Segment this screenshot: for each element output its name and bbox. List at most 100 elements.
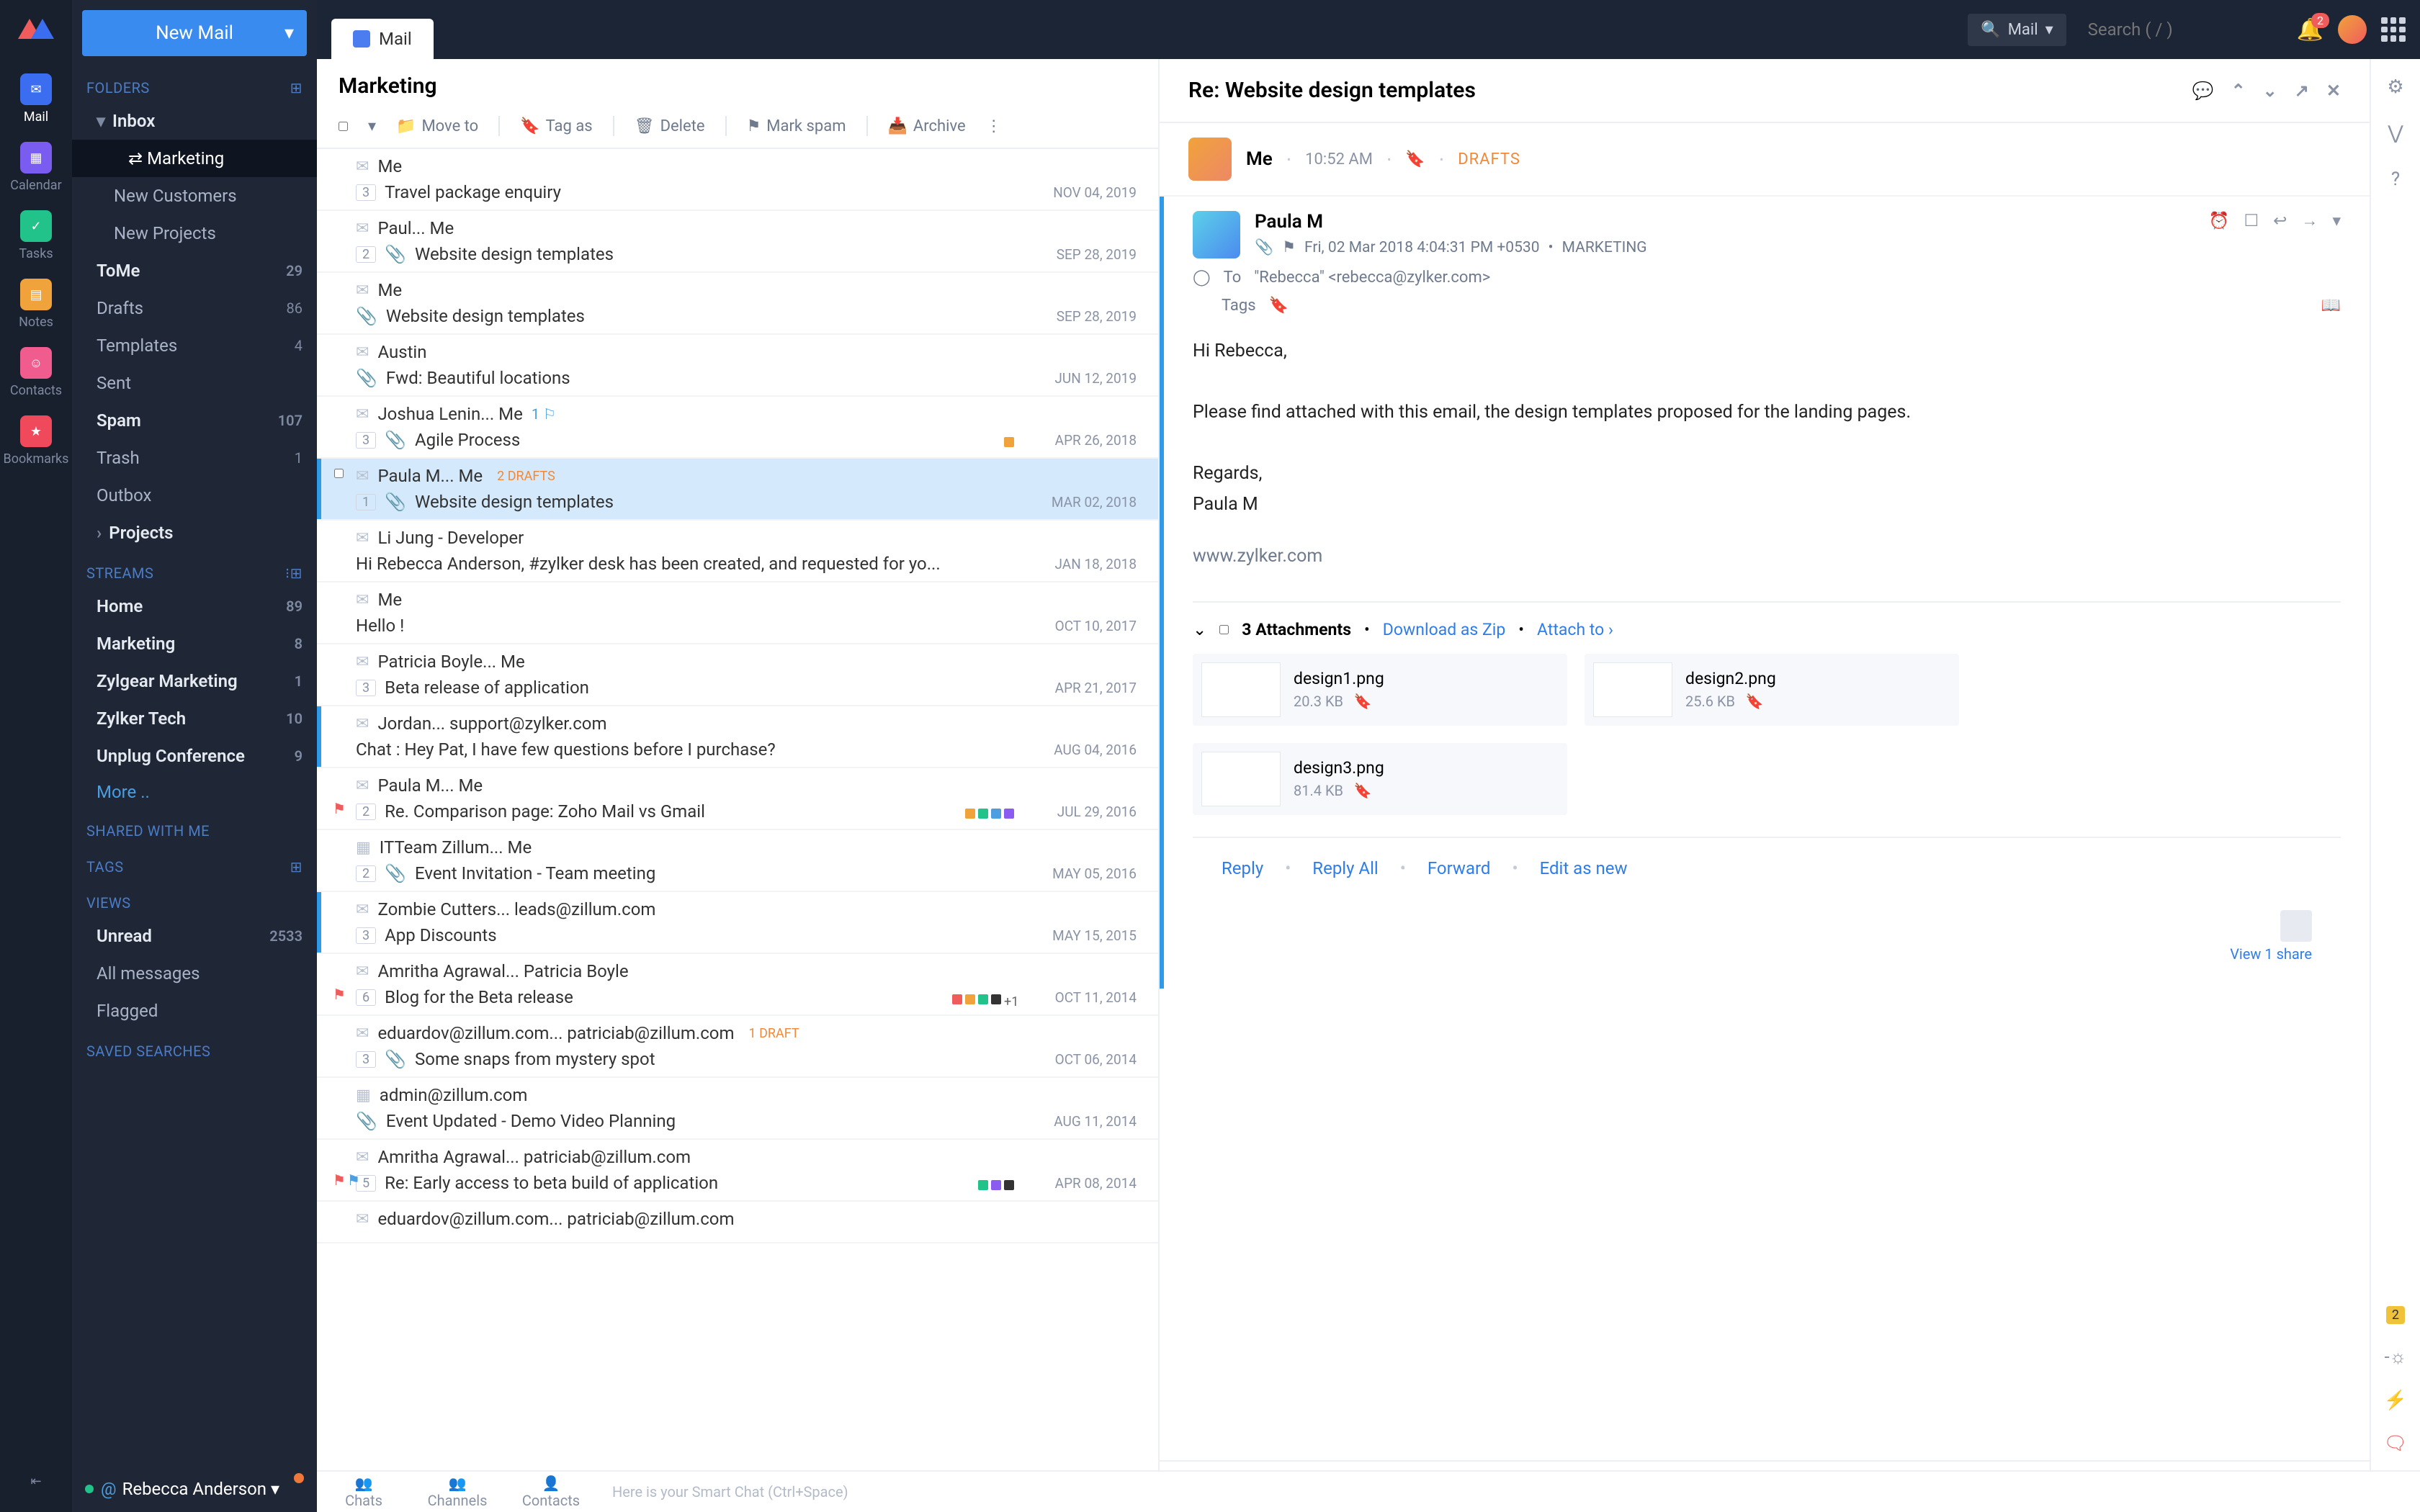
collapse-icon[interactable]: ⌄ <box>1193 620 1206 639</box>
message-row[interactable]: ✉MeHello !OCT 10, 2017 <box>317 582 1158 644</box>
message-row[interactable]: ✉Patricia Boyle... Me3Beta release of ap… <box>317 644 1158 706</box>
folder-trash[interactable]: Trash1 <box>72 439 317 477</box>
settings-icon[interactable]: ⚙ <box>2387 76 2403 98</box>
folder-outbox[interactable]: Outbox <box>72 477 317 514</box>
feedback-icon[interactable]: 🗨 <box>2383 1433 2407 1454</box>
message-row[interactable]: ▦admin@zillum.com📎Event Updated - Demo V… <box>317 1078 1158 1140</box>
view-all[interactable]: All messages <box>72 955 317 992</box>
popout-button[interactable]: ↗ <box>2295 81 2309 101</box>
folder-marketing[interactable]: ⇄ Marketing <box>72 140 317 177</box>
tag-as-button[interactable]: 🔖Tag as <box>520 117 592 135</box>
attach-to-link[interactable]: Attach to › <box>1537 620 1613 639</box>
folder-new-projects[interactable]: New Projects <box>72 215 317 252</box>
delete-button[interactable]: 🗑Delete <box>635 117 705 135</box>
rail-bookmarks[interactable]: ★Bookmarks <box>0 407 72 475</box>
add-folder-icon[interactable]: ⊞ <box>290 79 302 96</box>
msg-more-icon[interactable]: ▾ <box>2332 211 2341 230</box>
folder-spam[interactable]: Spam107 <box>72 402 317 439</box>
mark-spam-button[interactable]: ⚑Mark spam <box>747 117 846 135</box>
next-msg-button[interactable]: ⌄ <box>2263 81 2277 101</box>
activity-icon[interactable]: -☼ <box>2384 1346 2406 1368</box>
message-row[interactable]: ✉Amritha Agrawal... Patricia Boyle6Blog … <box>317 954 1158 1016</box>
search-scope[interactable]: 🔍Mail▾ <box>1968 14 2066 46</box>
folder-inbox[interactable]: ▾Inbox <box>72 102 317 140</box>
more-actions-button[interactable]: ⋮ <box>986 117 1002 135</box>
add-tag-icon[interactable]: ⊞ <box>290 858 302 876</box>
message-row[interactable]: ✉Li Jung - DeveloperHi Rebecca Anderson,… <box>317 521 1158 582</box>
remind-icon[interactable]: ⏰ <box>2209 211 2230 230</box>
att-select-all[interactable] <box>1219 625 1229 634</box>
folder-sent[interactable]: Sent <box>72 364 317 402</box>
help-icon[interactable]: ? <box>2391 168 2400 190</box>
rail-tasks[interactable]: ✓Tasks <box>0 202 72 270</box>
folder-templates[interactable]: Templates4 <box>72 327 317 364</box>
user-avatar[interactable] <box>2338 15 2367 44</box>
message-row[interactable]: ✉eduardov@zillum.com... patriciab@zillum… <box>317 1202 1158 1243</box>
close-button[interactable]: ✕ <box>2326 81 2341 101</box>
attachment-card[interactable]: design3.png81.4 KB 🔖 <box>1193 743 1567 815</box>
folder-tome[interactable]: ToMe29 <box>72 252 317 289</box>
message-row[interactable]: ▦ITTeam Zillum... Me2📎Event Invitation -… <box>317 830 1158 892</box>
widget-icon[interactable]: ⋁ <box>2388 122 2403 144</box>
message-row[interactable]: ✉Paula M... Me2 DRAFTS1📎Website design t… <box>317 459 1158 521</box>
current-user[interactable]: @ Rebecca Anderson ▾ <box>72 1466 317 1512</box>
attachment-card[interactable]: design1.png20.3 KB 🔖 <box>1193 654 1567 726</box>
book-icon[interactable]: 📖 <box>2321 297 2341 315</box>
move-to-button[interactable]: 📁Move to <box>396 117 478 135</box>
reply-icon[interactable]: ↩ <box>2273 211 2287 230</box>
rail-collapse[interactable]: ⇤ <box>0 1465 72 1498</box>
message-row[interactable]: ✉Paula M... Me2Re. Comparison page: Zoho… <box>317 768 1158 830</box>
folder-drafts[interactable]: Drafts86 <box>72 289 317 327</box>
forward-link[interactable]: Forward <box>1428 858 1491 878</box>
archive-button[interactable]: 📥Archive <box>888 117 966 135</box>
add-tag-icon[interactable]: 🔖 <box>1269 297 1289 315</box>
draft-row[interactable]: Me • 10:52 AM • 🔖 • DRAFTS <box>1160 123 2370 197</box>
msg-checkbox[interactable] <box>334 469 344 478</box>
message-row[interactable]: ✉Me📎Website design templatesSEP 28, 2019 <box>317 273 1158 335</box>
edit-as-new-link[interactable]: Edit as new <box>1540 858 1628 878</box>
chat-icon[interactable]: 💬 <box>2192 81 2214 101</box>
forward-icon[interactable]: → <box>2301 211 2318 230</box>
archive-msg-icon[interactable]: ☐ <box>2244 211 2259 230</box>
integrations-icon[interactable]: ⚡ <box>2384 1390 2407 1411</box>
notifications-button[interactable]: 🔔2 <box>2297 17 2323 42</box>
message-row[interactable]: ✉Jordan... support@zylker.comChat : Hey … <box>317 706 1158 768</box>
stream-marketing[interactable]: Marketing8 <box>72 625 317 662</box>
apps-grid-icon[interactable] <box>2381 17 2406 42</box>
message-row[interactable]: ✉Amritha Agrawal... patriciab@zillum.com… <box>317 1140 1158 1202</box>
message-row[interactable]: ✉Joshua Lenin... Me1 ⚐3📎Agile ProcessAPR… <box>317 397 1158 459</box>
folder-new-customers[interactable]: New Customers <box>72 177 317 215</box>
search-input[interactable] <box>2081 12 2282 47</box>
rail-notes[interactable]: ▤Notes <box>0 270 72 338</box>
message-row[interactable]: ✉Austin📎Fwd: Beautiful locationsJUN 12, … <box>317 335 1158 397</box>
stream-zylker-tech[interactable]: Zylker Tech10 <box>72 700 317 737</box>
message-row[interactable]: ✉Paul... Me2📎Website design templatesSEP… <box>317 211 1158 273</box>
view-flagged[interactable]: Flagged <box>72 992 317 1030</box>
reply-link[interactable]: Reply <box>1222 858 1263 878</box>
view-unread[interactable]: Unread2533 <box>72 917 317 955</box>
download-zip-link[interactable]: Download as Zip <box>1383 620 1505 639</box>
bottom-chats[interactable]: 👥Chats <box>317 1475 411 1509</box>
select-all-checkbox[interactable] <box>339 122 348 131</box>
widget-badge[interactable]: 2 <box>2386 1306 2405 1324</box>
stream-home[interactable]: Home89 <box>72 588 317 625</box>
message-row[interactable]: ✉Zombie Cutters... leads@zillum.com3App … <box>317 892 1158 954</box>
rail-mail[interactable]: ✉Mail <box>0 65 72 133</box>
reply-all-link[interactable]: Reply All <box>1312 858 1378 878</box>
attachment-card[interactable]: design2.png25.6 KB 🔖 <box>1585 654 1959 726</box>
streams-actions-icon[interactable]: ⁝⊞ <box>285 564 302 582</box>
stream-zylgear[interactable]: Zylgear Marketing1 <box>72 662 317 700</box>
stream-unplug[interactable]: Unplug Conference9 <box>72 737 317 775</box>
prev-msg-button[interactable]: ⌃ <box>2231 81 2246 101</box>
rail-calendar[interactable]: ▦Calendar <box>0 133 72 202</box>
message-list[interactable]: ✉Me3Travel package enquiryNOV 04, 2019✉P… <box>317 149 1158 1512</box>
bottom-contacts[interactable]: 👤Contacts <box>504 1475 598 1509</box>
bottom-channels[interactable]: 👥Channels <box>411 1475 504 1509</box>
view-shares-link[interactable]: View 1 share <box>2230 945 2312 963</box>
rail-contacts[interactable]: ☺Contacts <box>0 338 72 407</box>
folder-projects[interactable]: ›Projects <box>72 514 317 552</box>
new-mail-button[interactable]: New Mail <box>82 10 307 56</box>
streams-more[interactable]: More .. <box>72 775 317 809</box>
tab-mail[interactable]: Mail <box>331 19 434 59</box>
message-row[interactable]: ✉Me3Travel package enquiryNOV 04, 2019 <box>317 149 1158 211</box>
